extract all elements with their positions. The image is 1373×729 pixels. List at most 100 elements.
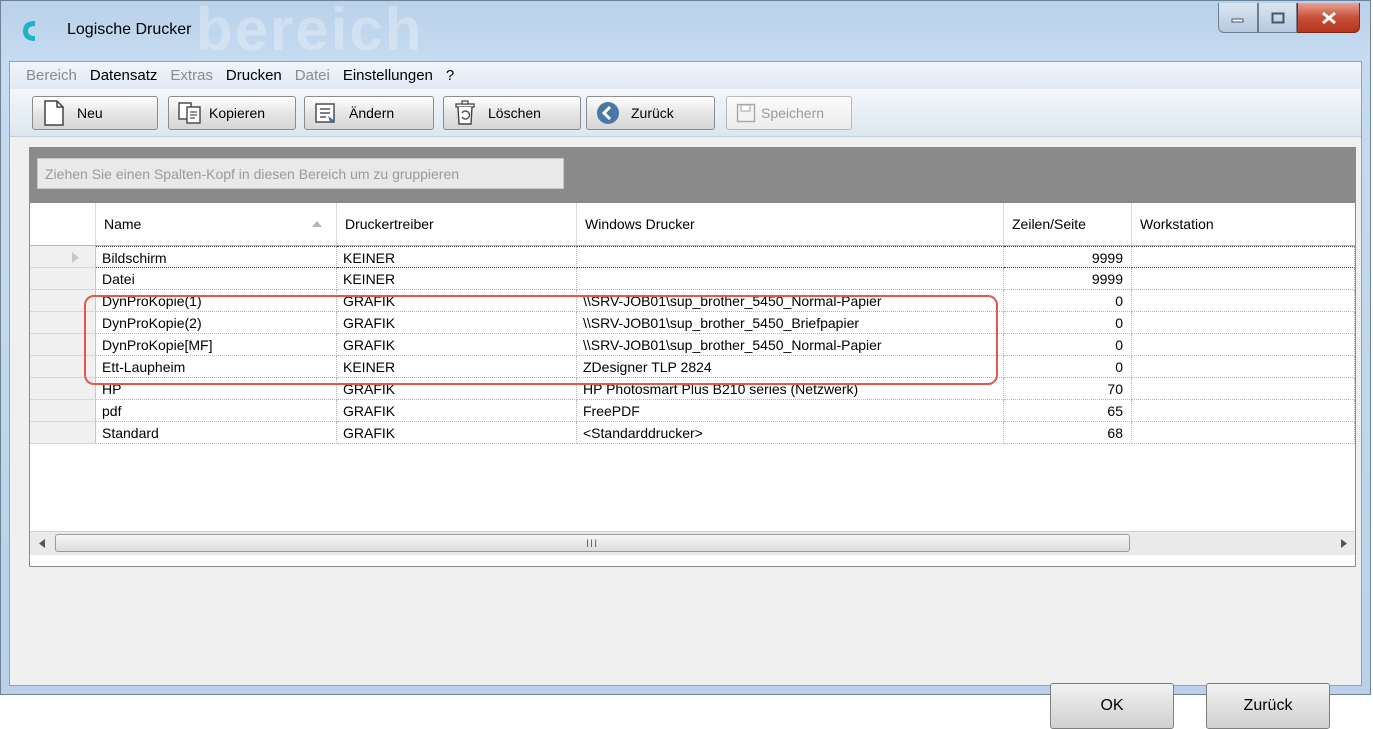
- table-row[interactable]: HP GRAFIK HP Photosmart Plus B210 series (…: [30, 378, 1355, 400]
- cell-windows-printer[interactable]: [577, 246, 1004, 268]
- row-indicator[interactable]: [30, 422, 96, 444]
- cell-windows-printer[interactable]: HP Photosmart Plus B210 series (Netzwerk…: [577, 378, 1004, 400]
- header-indicator: [30, 203, 96, 245]
- table-row[interactable]: DynProKopie(2) GRAFIK \\SRV-JOB01\sup_brot…: [30, 312, 1355, 334]
- cell-lines-per-page[interactable]: 0: [1004, 312, 1132, 334]
- column-header-windows-printer[interactable]: Windows Drucker: [577, 203, 1004, 245]
- delete-button[interactable]: Löschen: [443, 96, 581, 130]
- cell-windows-printer[interactable]: \\SRV-JOB01\sup_brother_5450_Briefpapier: [577, 312, 1004, 334]
- edit-button[interactable]: Ändern: [304, 96, 434, 130]
- table-row[interactable]: Bildschirm KEINER 9999: [30, 246, 1355, 268]
- cell-driver[interactable]: GRAFIK: [337, 400, 577, 422]
- menu-help[interactable]: ?: [446, 67, 454, 84]
- cell-driver[interactable]: KEINER: [337, 246, 577, 268]
- cell-workstation[interactable]: [1132, 246, 1355, 268]
- column-header-name[interactable]: Name: [96, 203, 337, 245]
- cell-driver[interactable]: GRAFIK: [337, 378, 577, 400]
- cell-windows-printer[interactable]: <Standarddrucker>: [577, 422, 1004, 444]
- horizontal-scrollbar[interactable]: III: [30, 531, 1355, 555]
- cell-driver[interactable]: KEINER: [337, 268, 577, 290]
- cell-lines-per-page[interactable]: 0: [1004, 334, 1132, 356]
- copy-button-label: Kopieren: [209, 105, 266, 121]
- cell-workstation[interactable]: [1132, 290, 1355, 312]
- menu-bereich[interactable]: Bereich: [26, 67, 77, 84]
- row-indicator[interactable]: [30, 312, 96, 334]
- menu-einstellungen[interactable]: Einstellungen: [343, 67, 433, 84]
- save-button[interactable]: Speichern: [726, 96, 852, 130]
- cell-driver[interactable]: GRAFIK: [337, 290, 577, 312]
- cell-workstation[interactable]: [1132, 334, 1355, 356]
- table-row[interactable]: Datei KEINER 9999: [30, 268, 1355, 290]
- cell-name[interactable]: Standard: [96, 422, 337, 444]
- scroll-left-button[interactable]: [30, 532, 53, 555]
- close-button[interactable]: [1297, 3, 1360, 33]
- cell-workstation[interactable]: [1132, 356, 1355, 378]
- table-row[interactable]: DynProKopie(1) GRAFIK \\SRV-JOB01\sup_brot…: [30, 290, 1355, 312]
- cell-windows-printer[interactable]: [577, 268, 1004, 290]
- cell-name[interactable]: DynProKopie[MF]: [96, 334, 337, 356]
- title-bar[interactable]: bereich Logische Drucker: [1, 0, 1370, 63]
- cell-name[interactable]: pdf: [96, 400, 337, 422]
- cell-lines-per-page[interactable]: 9999: [1004, 268, 1132, 290]
- table-row[interactable]: Standard GRAFIK <Standarddrucker> 68: [30, 422, 1355, 444]
- cell-windows-printer[interactable]: ZDesigner TLP 2824: [577, 356, 1004, 378]
- row-indicator[interactable]: [30, 246, 96, 268]
- cell-lines-per-page[interactable]: 9999: [1004, 246, 1132, 268]
- grid-header: Name Druckertreiber Windows Drucker Zeil…: [30, 203, 1355, 246]
- cell-name[interactable]: Datei: [96, 268, 337, 290]
- column-header-workstation[interactable]: Workstation: [1132, 203, 1355, 245]
- maximize-button[interactable]: [1258, 3, 1297, 33]
- cell-name[interactable]: Bildschirm: [96, 246, 337, 268]
- cell-driver[interactable]: GRAFIK: [337, 334, 577, 356]
- cell-name[interactable]: Ett-Laupheim: [96, 356, 337, 378]
- cell-lines-per-page[interactable]: 0: [1004, 290, 1132, 312]
- row-indicator[interactable]: [30, 334, 96, 356]
- cell-name[interactable]: HP: [96, 378, 337, 400]
- cell-windows-printer[interactable]: \\SRV-JOB01\sup_brother_5450_Normal-Papi…: [577, 290, 1004, 312]
- cell-windows-printer[interactable]: FreePDF: [577, 400, 1004, 422]
- cell-lines-per-page[interactable]: 65: [1004, 400, 1132, 422]
- ok-button[interactable]: OK: [1050, 683, 1174, 729]
- row-indicator[interactable]: [30, 356, 96, 378]
- cell-driver[interactable]: GRAFIK: [337, 422, 577, 444]
- cell-windows-printer[interactable]: \\SRV-JOB01\sup_brother_5450_Normal-Papi…: [577, 334, 1004, 356]
- copy-button[interactable]: Kopieren: [168, 96, 296, 130]
- cell-name[interactable]: DynProKopie(1): [96, 290, 337, 312]
- row-indicator[interactable]: [30, 290, 96, 312]
- row-indicator[interactable]: [30, 400, 96, 422]
- column-header-driver[interactable]: Druckertreiber: [337, 203, 577, 245]
- menu-extras[interactable]: Extras: [170, 67, 213, 84]
- app-logo-icon: [23, 21, 35, 41]
- cell-workstation[interactable]: [1132, 312, 1355, 334]
- cell-workstation[interactable]: [1132, 268, 1355, 290]
- column-header-lines-per-page[interactable]: Zeilen/Seite: [1004, 203, 1132, 245]
- table-row[interactable]: pdf GRAFIK FreePDF 65: [30, 400, 1355, 422]
- cell-driver[interactable]: KEINER: [337, 356, 577, 378]
- table-row[interactable]: DynProKopie[MF] GRAFIK \\SRV-JOB01\sup_bro…: [30, 334, 1355, 356]
- cancel-back-button[interactable]: Zurück: [1206, 683, 1330, 729]
- row-indicator[interactable]: [30, 378, 96, 400]
- minimize-button[interactable]: [1218, 3, 1258, 33]
- scroll-right-button[interactable]: [1332, 532, 1355, 555]
- cell-lines-per-page[interactable]: 70: [1004, 378, 1132, 400]
- table-row[interactable]: Ett-Laupheim KEINER ZDesigner TLP 2824 0: [30, 356, 1355, 378]
- scrollbar-thumb[interactable]: III: [55, 534, 1130, 552]
- new-button[interactable]: Neu: [32, 96, 158, 130]
- cell-workstation[interactable]: [1132, 422, 1355, 444]
- cell-workstation[interactable]: [1132, 378, 1355, 400]
- menu-datensatz[interactable]: Datensatz: [90, 67, 158, 84]
- menu-datei[interactable]: Datei: [295, 67, 330, 84]
- column-windows-printer-label: Windows Drucker: [585, 216, 695, 232]
- cell-name[interactable]: DynProKopie(2): [96, 312, 337, 334]
- group-panel[interactable]: Ziehen Sie einen Spalten-Kopf in diesen …: [30, 148, 1355, 203]
- cell-lines-per-page[interactable]: 0: [1004, 356, 1132, 378]
- client-area: Bereich Datensatz Extras Drucken Datei E…: [9, 61, 1362, 729]
- row-indicator[interactable]: [30, 268, 96, 290]
- close-icon: [1321, 11, 1336, 24]
- cell-workstation[interactable]: [1132, 400, 1355, 422]
- back-button[interactable]: Zurück: [586, 96, 715, 130]
- cell-driver[interactable]: GRAFIK: [337, 312, 577, 334]
- printer-grid: Ziehen Sie einen Spalten-Kopf in diesen …: [29, 147, 1356, 567]
- cell-lines-per-page[interactable]: 68: [1004, 422, 1132, 444]
- menu-drucken[interactable]: Drucken: [226, 67, 282, 84]
